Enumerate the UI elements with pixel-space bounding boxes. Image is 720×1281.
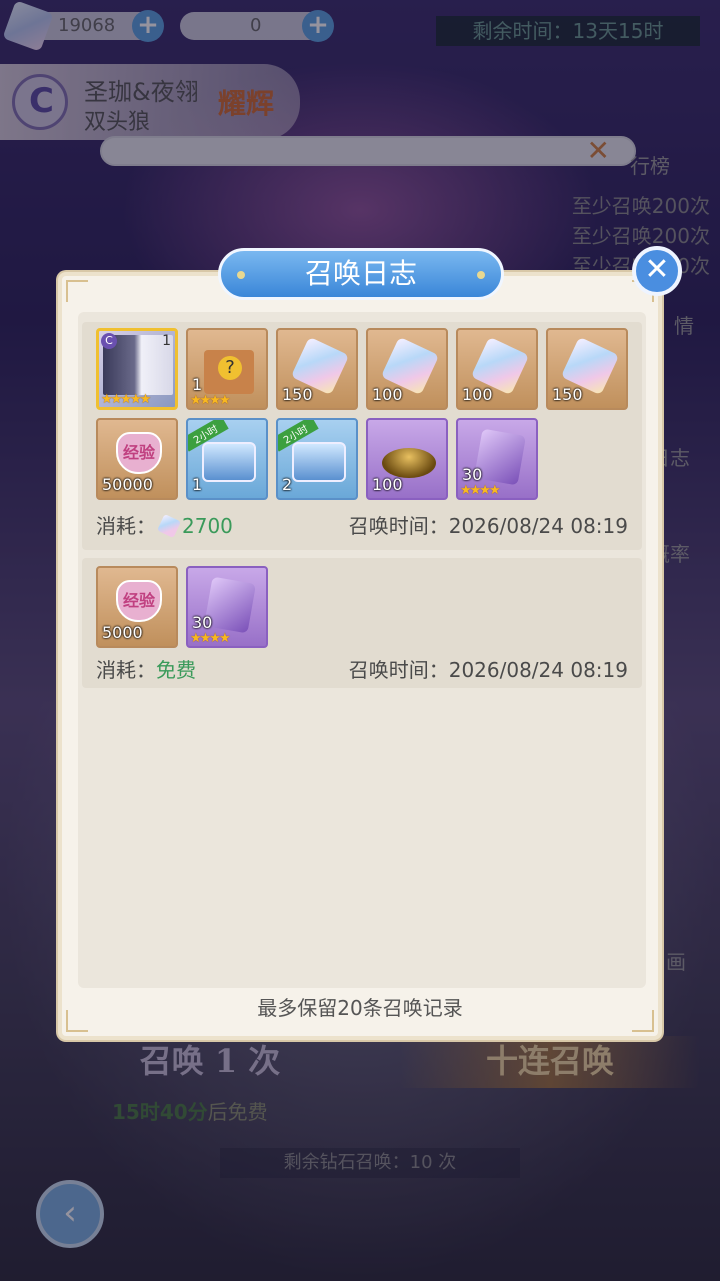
chest-icon bbox=[292, 442, 346, 482]
reward-qty: 1 bbox=[162, 333, 171, 349]
reward-crystal[interactable]: 150 bbox=[546, 328, 628, 410]
modal-close-button[interactable]: ✕ bbox=[632, 246, 682, 296]
reward-mystery-box[interactable]: 1 ★★★★ bbox=[186, 328, 268, 410]
time-value: 2026/08/24 08:19 bbox=[448, 514, 628, 538]
summon-time: 召唤时间：2026/08/24 08:19 bbox=[349, 510, 628, 539]
crystal-icon bbox=[157, 514, 181, 538]
log-list[interactable]: C 1 ★★★★★ 1 ★★★★ 150 100 100 bbox=[78, 312, 646, 988]
reward-qty: 50000 bbox=[102, 475, 153, 494]
exp-heart-icon: 经验 bbox=[116, 580, 162, 622]
reward-qty: 2 bbox=[282, 475, 293, 494]
reward-exp-heart[interactable]: 经验 50000 bbox=[96, 418, 178, 500]
cost-label: 消耗： bbox=[96, 658, 156, 682]
reward-qty: 150 bbox=[282, 385, 313, 404]
reward-chest[interactable]: 2小时 2 bbox=[276, 418, 358, 500]
reward-qty: 30 bbox=[192, 613, 213, 632]
reward-qty: 100 bbox=[372, 385, 403, 404]
reward-qty: 5000 bbox=[102, 623, 143, 642]
time-label: 召唤时间： bbox=[348, 658, 449, 682]
time-value: 2026/08/24 08:19 bbox=[448, 658, 628, 682]
summon-log-dialog: C 1 ★★★★★ 1 ★★★★ 150 100 100 bbox=[58, 272, 662, 1040]
reward-crystal[interactable]: 100 bbox=[456, 328, 538, 410]
mystery-box-icon bbox=[204, 350, 254, 394]
reward-purple-gem[interactable]: 30 ★★★★ bbox=[456, 418, 538, 500]
time-label: 召唤时间： bbox=[348, 514, 449, 538]
cost-value: 免费 bbox=[156, 658, 196, 682]
reward-hat[interactable]: 100 bbox=[366, 418, 448, 500]
reward-crystal[interactable]: 150 bbox=[276, 328, 358, 410]
hat-icon bbox=[382, 448, 436, 478]
reward-qty: 100 bbox=[372, 475, 403, 494]
retention-note: 最多保留20条召唤记录 bbox=[257, 996, 463, 1020]
chest-icon bbox=[202, 442, 256, 482]
faction-icon: C bbox=[101, 333, 117, 349]
cost-value: 2700 bbox=[182, 514, 233, 538]
reward-qty: 150 bbox=[552, 385, 583, 404]
modal-title: 召唤日志 bbox=[218, 248, 504, 300]
exp-heart-icon: 经验 bbox=[116, 432, 162, 474]
close-icon: ✕ bbox=[644, 252, 670, 287]
reward-qty: 30 bbox=[462, 465, 483, 484]
log-record: 经验 5000 30 ★★★★ 消耗：免费 召唤时间：2026/08/24 08… bbox=[82, 558, 642, 688]
reward-chest[interactable]: 2小时 1 bbox=[186, 418, 268, 500]
star-rating: ★★★★ bbox=[190, 393, 231, 408]
reward-exp-heart[interactable]: 经验 5000 bbox=[96, 566, 178, 648]
reward-character[interactable]: C 1 ★★★★★ bbox=[96, 328, 178, 410]
star-rating: ★★★★★ bbox=[101, 392, 151, 407]
reward-qty: 100 bbox=[462, 385, 493, 404]
cost-line: 消耗： 2700 bbox=[96, 510, 233, 539]
corner-ornament bbox=[66, 280, 88, 302]
reward-qty: 1 bbox=[192, 375, 203, 394]
reward-crystal[interactable]: 100 bbox=[366, 328, 448, 410]
log-record: C 1 ★★★★★ 1 ★★★★ 150 100 100 bbox=[82, 322, 642, 550]
star-rating: ★★★★ bbox=[190, 631, 231, 646]
summon-time: 召唤时间：2026/08/24 08:19 bbox=[349, 654, 628, 683]
cost-line: 消耗：免费 bbox=[96, 654, 196, 683]
cost-label: 消耗： bbox=[96, 514, 156, 538]
reward-purple-gem[interactable]: 30 ★★★★ bbox=[186, 566, 268, 648]
star-rating: ★★★★ bbox=[460, 483, 501, 498]
reward-qty: 1 bbox=[192, 475, 203, 494]
